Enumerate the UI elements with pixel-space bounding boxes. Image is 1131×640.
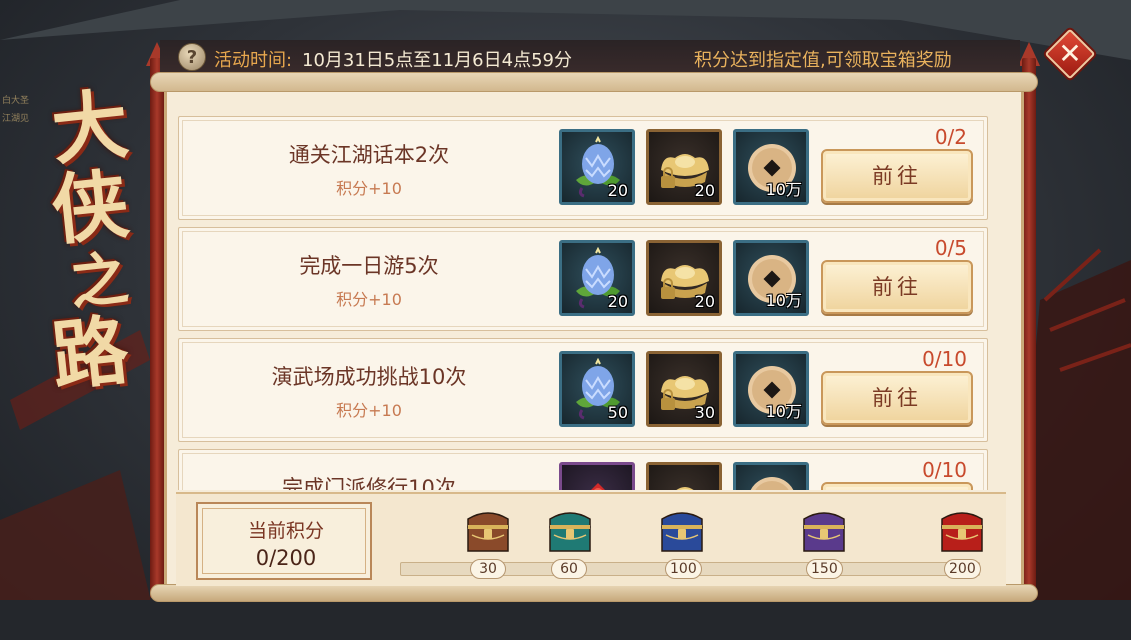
task-title: 演武场成功挑战10次 bbox=[271, 365, 467, 389]
task-row: 完成门派修行10次积分+100/10前往 bbox=[178, 449, 988, 490]
task-title: 通关江湖话本2次 bbox=[288, 143, 450, 167]
right-pole bbox=[1022, 58, 1036, 598]
reward-slot[interactable]: 30 bbox=[646, 351, 722, 427]
reward-slot[interactable] bbox=[733, 462, 809, 490]
task-list[interactable]: 通关江湖话本2次 积分+10 0/2 20 20 10万 前往 完成一日游5次 积分+10 0/5… bbox=[178, 96, 988, 490]
background-sign-text: 白大圣 江湖见 bbox=[2, 96, 30, 124]
milestone-label: 150 bbox=[806, 559, 843, 579]
task-progress: 0/5 bbox=[934, 236, 967, 260]
task-row: 演武场成功挑战10次积分+10 0/10 50 30 10万 前往 bbox=[178, 338, 988, 442]
title-char: 大 bbox=[47, 79, 133, 176]
task-points: 积分+10 bbox=[336, 401, 402, 420]
milestone-label: 60 bbox=[551, 559, 587, 579]
reward-slot[interactable]: 10万 bbox=[733, 129, 809, 205]
scroll-bottom-roller bbox=[150, 584, 1038, 602]
reward-quantity: 50 bbox=[607, 403, 628, 422]
close-icon: ✕ bbox=[1058, 37, 1082, 70]
milestone-label: 200 bbox=[944, 559, 981, 579]
reward-tip: 积分达到指定值,可领取宝箱奖励 bbox=[694, 50, 952, 71]
current-score-label: 当前积分 bbox=[247, 520, 324, 542]
scroll-top-roller bbox=[150, 72, 1038, 92]
reward-quantity: 20 bbox=[694, 292, 715, 311]
task-row: 完成一日游5次积分+10 0/5 20 20 10万 前往 bbox=[178, 227, 988, 331]
reward-quantity: 20 bbox=[607, 181, 628, 200]
milestone-label: 30 bbox=[470, 559, 506, 579]
reward-quantity: 10万 bbox=[765, 402, 802, 421]
task-title: 完成一日游5次 bbox=[299, 254, 439, 278]
wood-chest-icon[interactable] bbox=[462, 505, 514, 557]
reward-quantity: 20 bbox=[694, 181, 715, 200]
reward-quantity: 20 bbox=[607, 292, 628, 311]
event-title: 大 侠 之 路 bbox=[48, 79, 162, 401]
reward-slot[interactable] bbox=[559, 462, 635, 490]
event-time-label: 活动时间: bbox=[214, 50, 293, 71]
reward-slot[interactable]: 50 bbox=[559, 351, 635, 427]
milestone-label: 100 bbox=[665, 559, 702, 579]
task-title: 完成门派修行10次 bbox=[282, 476, 456, 490]
go-button[interactable]: 前往 bbox=[821, 149, 973, 203]
red-chest-icon[interactable] bbox=[936, 505, 988, 557]
title-char: 路 bbox=[47, 305, 133, 402]
reward-slot[interactable]: 20 bbox=[646, 129, 722, 205]
go-button[interactable]: 前往 bbox=[821, 482, 973, 490]
reward-quantity: 30 bbox=[694, 403, 715, 422]
task-progress: 0/2 bbox=[934, 125, 967, 149]
event-time-value: 10月31日5点至11月6日4点59分 bbox=[302, 50, 572, 71]
reward-quantity: 10万 bbox=[765, 291, 802, 310]
current-score-box: 当前积分 0/200 bbox=[196, 502, 372, 580]
reward-slot[interactable]: 10万 bbox=[733, 351, 809, 427]
purple-chest-icon[interactable] bbox=[798, 505, 850, 557]
reward-quantity: 10万 bbox=[765, 180, 802, 199]
task-progress: 0/10 bbox=[922, 458, 967, 482]
reward-slot[interactable]: 20 bbox=[559, 129, 635, 205]
current-score-value: 0/200 bbox=[255, 546, 317, 570]
task-row: 通关江湖话本2次积分+10 0/2 20 20 10万 前往 bbox=[178, 116, 988, 220]
reward-slot[interactable] bbox=[646, 462, 722, 490]
reward-slot[interactable]: 10万 bbox=[733, 240, 809, 316]
blue-chest-icon[interactable] bbox=[656, 505, 708, 557]
jade-chest-icon[interactable] bbox=[544, 505, 596, 557]
title-char: 侠 bbox=[47, 159, 133, 256]
reward-slot[interactable]: 20 bbox=[646, 240, 722, 316]
go-button[interactable]: 前往 bbox=[821, 371, 973, 425]
task-progress: 0/10 bbox=[922, 347, 967, 371]
close-button[interactable]: ✕ bbox=[1044, 28, 1096, 80]
reward-slot[interactable]: 20 bbox=[559, 240, 635, 316]
go-button[interactable]: 前往 bbox=[821, 260, 973, 314]
task-points: 积分+10 bbox=[336, 290, 402, 309]
help-icon[interactable]: ? bbox=[178, 43, 206, 71]
task-points: 积分+10 bbox=[336, 179, 402, 198]
